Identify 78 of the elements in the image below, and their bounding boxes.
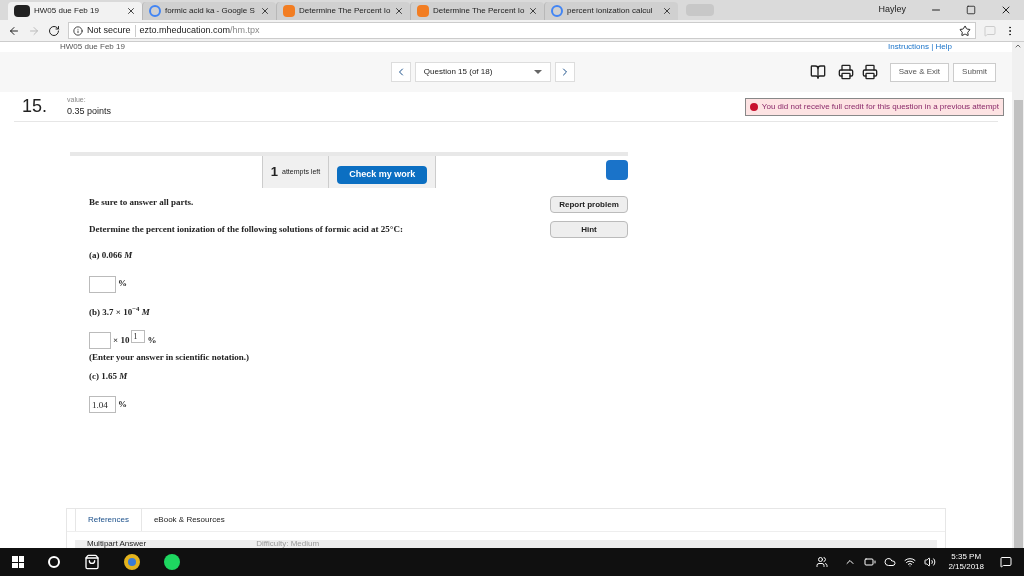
browser-app-icon[interactable] [124,554,140,570]
part-label: (a) 0.066 M [89,249,134,262]
close-icon[interactable] [126,6,136,16]
check-work-button[interactable]: Check my work [337,165,428,184]
attempts-count: 1 [270,163,279,182]
question-number: 15. [22,95,48,118]
part-label: (c) 1.65 M [89,369,129,383]
tab-title: formic acid ka - Google S [165,5,256,17]
question-dropdown[interactable]: Question 15 (of 18) [414,62,551,82]
reload-icon[interactable] [48,24,60,37]
instructions-text: Be sure to answer all parts. [89,196,195,209]
tab-title: percent ionization calcul [567,5,654,17]
close-icon[interactable] [394,6,405,16]
tab-title: Determine The Percent Io [433,5,525,17]
store-icon[interactable] [84,554,100,570]
wifi-icon[interactable] [904,556,917,568]
note-text: (Enter your answer in scientific notation.) [89,351,250,364]
clock[interactable]: 5:35 PM 2/15/2018 [948,552,984,572]
browser-tab[interactable]: percent ionization calcul [544,2,678,20]
help-links[interactable]: Instructions | Help [888,43,952,51]
battery-icon[interactable] [864,556,877,568]
difficulty-text: Difficulty: Medium [256,540,320,548]
browser-tab[interactable]: formic acid ka - Google S [142,2,276,20]
book-icon[interactable] [809,64,826,80]
question-prompt: Determine the percent ionization of the following solutions of formic acid at 25°C: [89,222,404,236]
cloud-icon[interactable] [884,556,897,568]
search-engine-icon [149,5,161,17]
maximize-icon[interactable] [966,5,976,15]
music-app-icon[interactable] [164,554,180,570]
people-icon[interactable] [816,556,829,568]
answer-field[interactable]: 1.04 [89,396,116,413]
error-icon [749,102,758,111]
security-label: Not secure [87,23,131,37]
info-icon [73,25,83,36]
points-text: 0.35 points [67,105,112,118]
user-name: Hayley [878,3,906,17]
assignment-title: HW05 due Feb 19 [60,43,125,51]
address-bar[interactable]: Not secure ezto.mheducation.com/hm.tpx [68,22,976,39]
bookmark-star-icon[interactable] [959,24,971,37]
side-button[interactable]: Hint [550,221,628,238]
tab-title: Determine The Percent Io [299,5,391,17]
site-icon [283,5,295,17]
close-icon[interactable] [1000,4,1012,16]
part-label: (b) 3.7 × 10$^{−4}$ M [89,305,151,319]
start-icon[interactable] [12,556,24,568]
scroll-up-icon[interactable] [1014,42,1022,50]
times-ten-label: × 10 [113,333,130,347]
unit-label: % [118,277,127,291]
back-icon[interactable] [8,24,20,37]
browser-tab[interactable]: Determine The Percent Io [410,2,544,20]
notification-icon[interactable] [1000,556,1012,568]
browser-tab[interactable]: Determine The Percent Io [276,2,410,20]
scrollbar[interactable] [1012,42,1024,548]
print-icon[interactable] [837,64,854,80]
alert-text: You did not receive full credit for this question in a previous attempt [761,100,999,113]
browser-tab[interactable]: HW05 due Feb 19 [8,2,142,20]
side-button[interactable]: Report problem [550,196,628,213]
summary-title: Multipart Answer [87,540,147,548]
nav-button[interactable]: Save & Exit [889,62,950,82]
volume-icon[interactable] [924,556,937,568]
resource-tab[interactable]: References [75,509,142,531]
close-icon[interactable] [662,6,672,16]
tab-title: HW05 due Feb 19 [34,5,100,17]
close-icon[interactable] [260,6,270,16]
close-icon[interactable] [528,6,539,16]
url-host: ezto.mheducation.com [139,23,231,37]
answer-field[interactable] [89,332,111,349]
nav-button[interactable]: Submit [953,62,996,82]
resource-tab[interactable]: eBook & Resources [141,509,237,531]
answer-field[interactable] [89,275,116,293]
site-icon [14,5,30,17]
unit-label: % [147,333,157,347]
exponent-field[interactable]: 1 [131,330,146,343]
search-engine-icon [551,5,563,17]
url-path: /hm.tpx [230,23,260,37]
site-icon [417,5,429,17]
printer-icon[interactable] [861,64,878,80]
unit-label: % [118,397,127,411]
